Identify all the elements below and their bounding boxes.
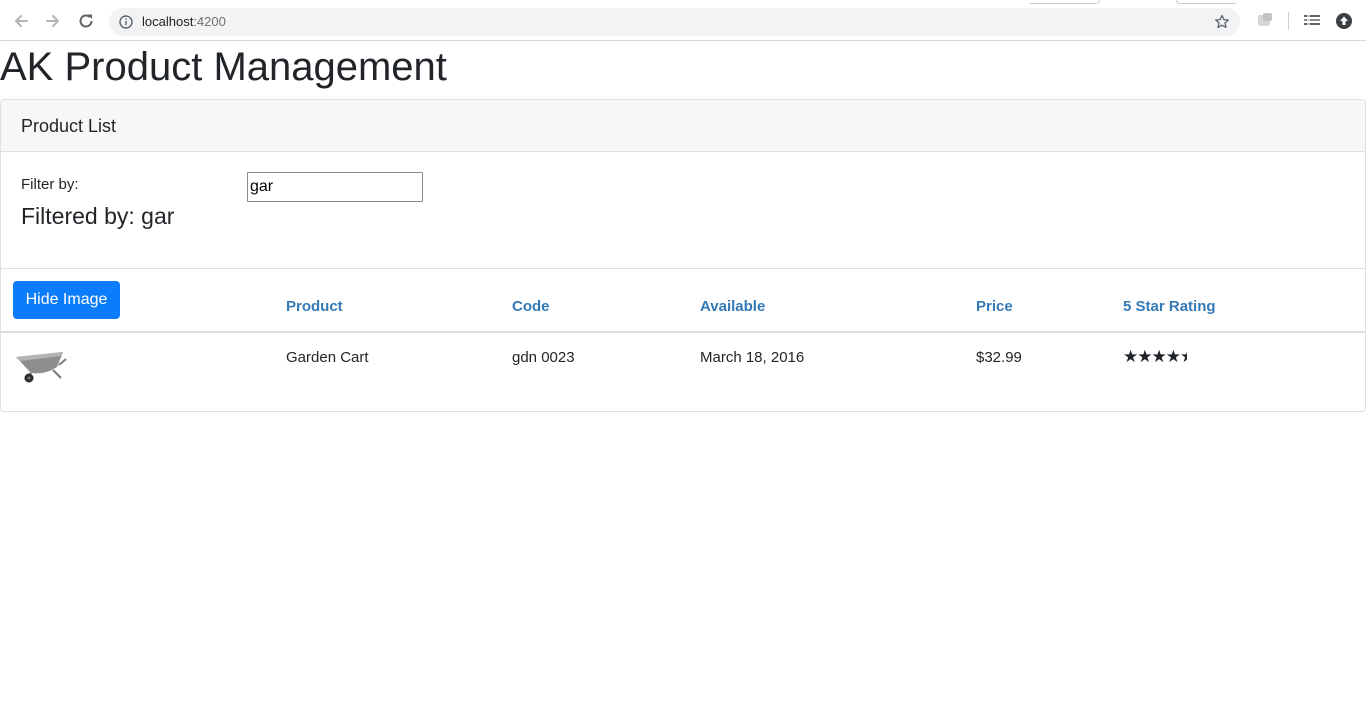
reload-button[interactable] bbox=[75, 10, 97, 32]
cell-price: $32.99 bbox=[976, 349, 1022, 366]
column-header-code[interactable]: Code bbox=[512, 298, 550, 315]
address-bar[interactable]: localhost:4200 bbox=[109, 8, 1240, 36]
divider bbox=[1, 268, 1365, 269]
url-host: localhost bbox=[142, 14, 194, 29]
cell-code: gdn 0023 bbox=[512, 349, 575, 366]
url-port: :4200 bbox=[193, 14, 226, 29]
card-header: Product List bbox=[1, 100, 1365, 152]
star-icon: ★ bbox=[1151, 349, 1167, 365]
forward-button[interactable] bbox=[42, 10, 64, 32]
star-icon: ★ bbox=[1165, 349, 1181, 365]
card-header-title: Product List bbox=[21, 116, 117, 136]
tab-edge bbox=[1030, 0, 1100, 4]
filter-label: Filter by: bbox=[21, 176, 79, 193]
star-icon: ★ bbox=[1180, 349, 1187, 365]
page-title: AK Product Management bbox=[0, 45, 447, 89]
forward-arrow-icon bbox=[46, 15, 59, 27]
filtered-by-heading: Filtered by: gar bbox=[21, 203, 175, 229]
hide-image-button[interactable]: Hide Image bbox=[13, 281, 120, 319]
star-rating: ★★★★★ bbox=[1123, 349, 1187, 365]
column-header-rating[interactable]: 5 Star Rating bbox=[1123, 298, 1216, 315]
column-header-available[interactable]: Available bbox=[700, 298, 765, 315]
reload-icon bbox=[79, 14, 93, 28]
product-list-card: Product List Filter by: Filtered by: gar… bbox=[0, 99, 1366, 412]
garden-cart-image bbox=[16, 352, 67, 383]
extension-icon[interactable] bbox=[1257, 12, 1273, 28]
column-header-product[interactable]: Product bbox=[286, 298, 343, 315]
star-icon: ★ bbox=[1123, 349, 1138, 365]
column-header-price[interactable]: Price bbox=[976, 298, 1013, 315]
cell-product: Garden Cart bbox=[286, 349, 369, 366]
toolbar-separator bbox=[1288, 12, 1289, 30]
star-icon: ★ bbox=[1137, 349, 1152, 365]
table-header-border bbox=[1, 331, 1365, 333]
back-button[interactable] bbox=[10, 10, 32, 32]
browser-toolbar: localhost:4200 bbox=[0, 0, 1366, 41]
cast-icon[interactable] bbox=[1303, 12, 1321, 28]
bookmark-star-icon[interactable] bbox=[1214, 14, 1230, 30]
cell-available: March 18, 2016 bbox=[700, 349, 805, 366]
tab-strip bbox=[0, 0, 1366, 4]
tab-edge bbox=[1176, 0, 1236, 4]
url-text: localhost:4200 bbox=[142, 14, 226, 29]
info-icon[interactable] bbox=[119, 15, 133, 29]
back-arrow-icon bbox=[15, 15, 28, 27]
profile-icon[interactable] bbox=[1335, 12, 1353, 30]
filter-input[interactable] bbox=[247, 172, 423, 202]
